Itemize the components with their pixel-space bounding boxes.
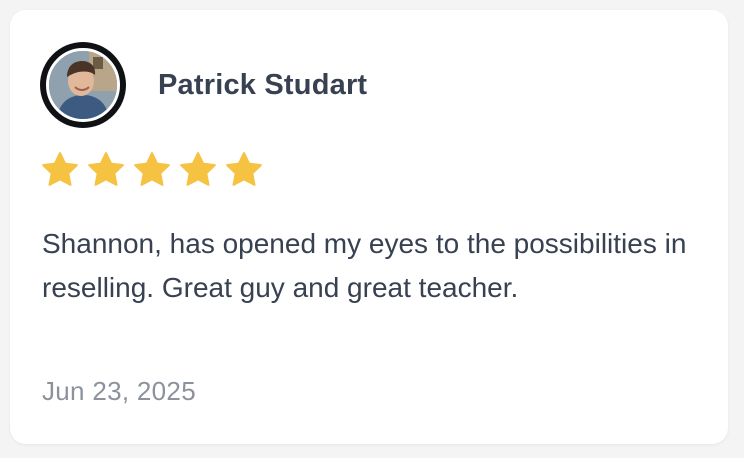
star-icon: [178, 150, 218, 190]
review-card: Patrick Studart Shannon, has opened my e…: [10, 10, 728, 444]
review-header: Patrick Studart: [40, 42, 367, 128]
star-rating: [40, 150, 264, 190]
avatar: [40, 42, 126, 128]
review-date: Jun 23, 2025: [42, 376, 196, 406]
review-text: Shannon, has opened my eyes to the possi…: [42, 228, 687, 303]
star-icon: [224, 150, 264, 190]
avatar-photo: [46, 48, 120, 122]
reviewer-name: Patrick Studart: [158, 68, 368, 101]
star-icon: [86, 150, 126, 190]
star-icon: [132, 150, 172, 190]
star-icon: [40, 150, 80, 190]
person-photo-icon: [49, 51, 117, 119]
